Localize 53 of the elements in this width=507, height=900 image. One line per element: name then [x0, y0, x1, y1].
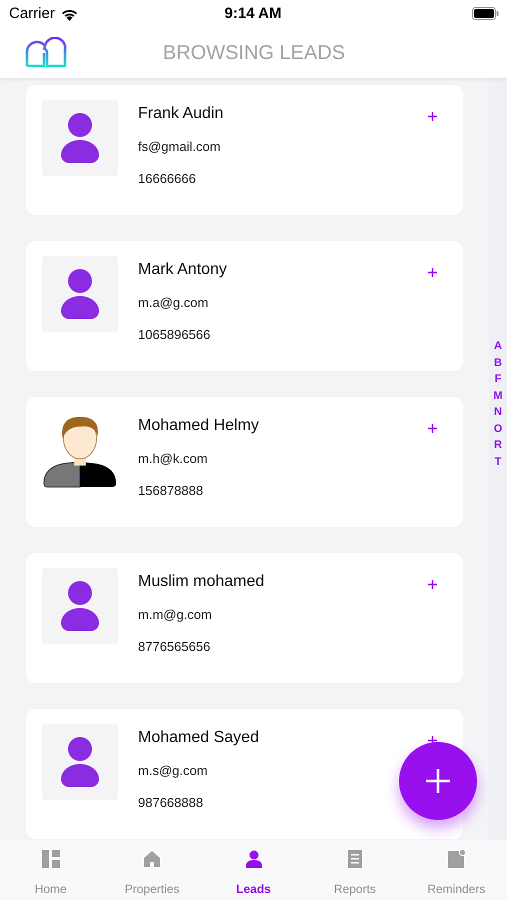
reminders-icon: [447, 850, 466, 868]
tab-item[interactable]: Reminders: [406, 840, 507, 900]
lead-card[interactable]: Muslim mohamed m.m@g.com 8776565656: [26, 553, 463, 683]
index-letter[interactable]: B: [494, 354, 502, 371]
lead-email: m.a@g.com: [138, 295, 210, 311]
status-time: 9:14 AM: [224, 4, 282, 24]
lead-card[interactable]: Frank Audin fs@gmail.com 16666666: [26, 85, 463, 215]
carrier-label: Carrier: [9, 4, 55, 24]
lead-phone: 8776565656: [138, 639, 212, 655]
lead-card[interactable]: Mohamed Helmy m.h@k.com 156878888: [26, 397, 463, 527]
lead-phone: 156878888: [138, 483, 204, 499]
properties-icon: [143, 850, 162, 868]
wifi-icon: [60, 8, 78, 20]
add-icon[interactable]: [428, 424, 437, 433]
index-letter[interactable]: F: [494, 371, 502, 388]
battery-icon: [472, 7, 499, 20]
lead-card[interactable]: Mohamed Sayed m.s@g.com 987668888: [26, 709, 463, 839]
plus-icon: [425, 768, 451, 794]
person-icon: [61, 581, 99, 631]
page-title: BROWSING LEADS: [162, 41, 346, 66]
lead-name: Mohamed Helmy: [138, 416, 259, 436]
lead-email: m.s@g.com: [138, 763, 209, 779]
index-letter[interactable]: N: [494, 404, 502, 420]
lead-phone: 987668888: [138, 795, 204, 811]
lead-email: m.m@g.com: [138, 607, 213, 623]
lead-email: fs@gmail.com: [138, 139, 222, 155]
person-icon: [61, 737, 99, 787]
lead-name: Muslim mohamed: [138, 572, 264, 592]
index-letter[interactable]: M: [493, 388, 503, 404]
tab-item[interactable]: Properties: [101, 840, 203, 900]
lead-phone: 16666666: [138, 171, 197, 187]
reports-icon: [346, 850, 364, 868]
lead-card[interactable]: Mark Antony m.a@g.com 1065896566: [26, 241, 463, 371]
index-letter[interactable]: R: [494, 437, 502, 454]
lead-name: Frank Audin: [138, 104, 224, 124]
add-icon[interactable]: [428, 268, 437, 277]
lead-phone: 1065896566: [138, 327, 212, 343]
home-icon: [42, 850, 60, 868]
index-letter[interactable]: T: [494, 454, 502, 470]
add-icon[interactable]: [428, 580, 437, 589]
person-icon: [61, 113, 99, 163]
lead-name: Mark Antony: [138, 260, 227, 280]
add-icon[interactable]: [428, 112, 437, 121]
leads-icon: [244, 850, 263, 868]
lead-name: Mohamed Sayed: [138, 728, 259, 748]
index-letter[interactable]: O: [494, 420, 502, 437]
lead-email: m.h@k.com: [138, 451, 209, 467]
tab-item[interactable]: Home: [0, 840, 102, 900]
index-letter[interactable]: A: [494, 338, 502, 354]
logo-icon: [25, 37, 67, 67]
tab-item[interactable]: Leads: [202, 840, 304, 900]
tab-item[interactable]: Reports: [304, 840, 406, 900]
person-icon: [61, 269, 99, 319]
